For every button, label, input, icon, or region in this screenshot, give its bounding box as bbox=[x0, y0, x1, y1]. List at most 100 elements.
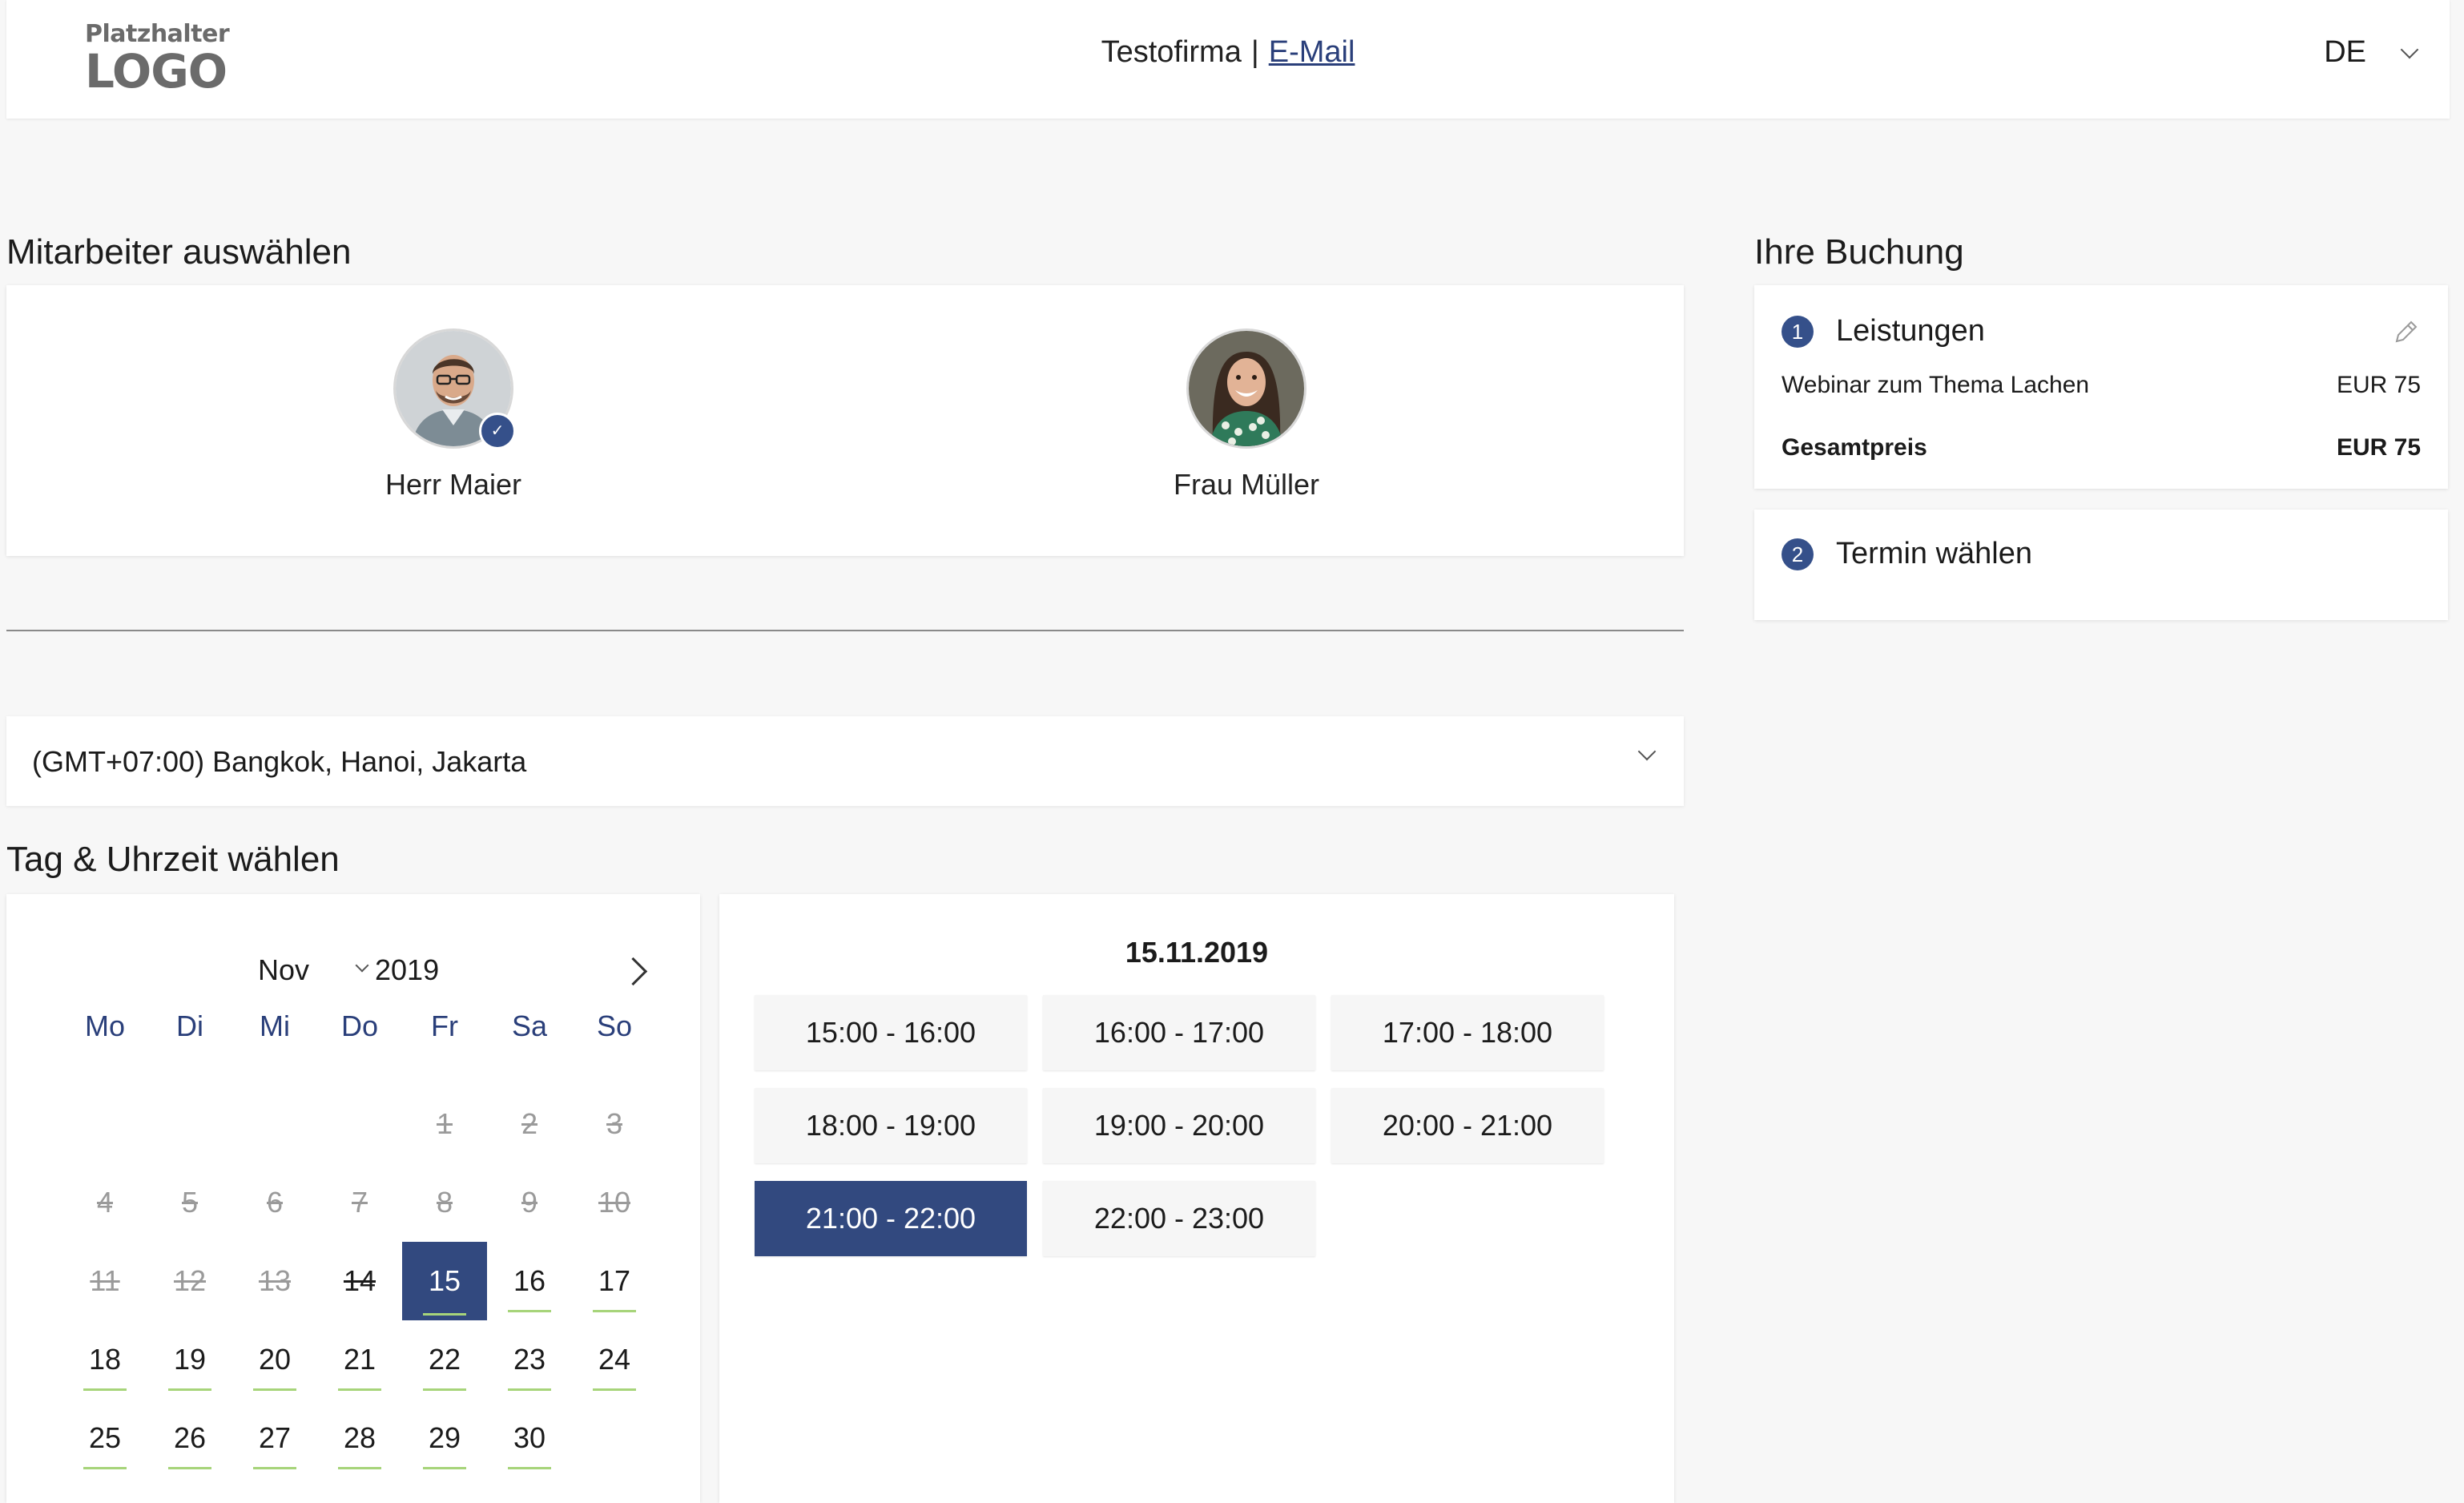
calendar-day-number: 9 bbox=[521, 1186, 538, 1219]
calendar-day-number: 25 bbox=[88, 1421, 122, 1454]
calendar-day[interactable]: 16 bbox=[487, 1242, 572, 1320]
month-label: Nov bbox=[258, 953, 310, 986]
step-appointment-header: 2 Termin wählen bbox=[1782, 537, 2032, 571]
timeslot-button[interactable]: 15:00 - 16:00 bbox=[755, 995, 1027, 1070]
service-name: Webinar zum Thema Lachen bbox=[1782, 372, 2090, 398]
language-value: DE bbox=[2324, 35, 2366, 69]
calendar-day[interactable]: 29 bbox=[402, 1399, 487, 1477]
employee-herr-maier[interactable]: ✓ Herr Maier bbox=[333, 328, 574, 502]
calendar-day-number: 27 bbox=[258, 1421, 292, 1454]
employee-card: ✓ Herr Maier Frau Müller bbox=[6, 285, 1684, 556]
calendar-day[interactable]: 24 bbox=[572, 1320, 657, 1399]
pencil-edit-icon[interactable] bbox=[2392, 317, 2421, 346]
calendar-day[interactable]: 30 bbox=[487, 1399, 572, 1477]
month-dropdown[interactable] bbox=[355, 958, 369, 974]
timeslot-button[interactable]: 20:00 - 21:00 bbox=[1331, 1088, 1604, 1163]
weekday-header: Di bbox=[176, 1009, 203, 1042]
timeslot-button[interactable]: 18:00 - 19:00 bbox=[755, 1088, 1027, 1163]
calendar-day: 1 bbox=[402, 1085, 487, 1163]
calendar-day[interactable]: 21 bbox=[317, 1320, 402, 1399]
chevron-down-icon bbox=[1637, 742, 1657, 761]
calendar-day-number: 6 bbox=[266, 1186, 284, 1219]
calendar-day: 3 bbox=[572, 1085, 657, 1163]
timeslot-grid: 15:00 - 16:00 16:00 - 17:00 17:00 - 18:00 1… bbox=[755, 995, 1604, 1256]
service-line: Webinar zum Thema Lachen EUR 75 bbox=[1782, 372, 2421, 399]
timeslot-button[interactable]: 19:00 - 20:00 bbox=[1043, 1088, 1315, 1163]
weekday-header: Mo bbox=[84, 1009, 125, 1042]
calendar-day-number: 29 bbox=[428, 1421, 461, 1454]
timeslot-button[interactable]: 22:00 - 23:00 bbox=[1043, 1181, 1315, 1256]
calendar-day: 4 bbox=[62, 1163, 147, 1242]
employee-name: Herr Maier bbox=[384, 468, 521, 501]
calendar-day-number: 18 bbox=[88, 1343, 122, 1376]
calendar-header: Nov 2019 bbox=[6, 950, 692, 990]
section-divider bbox=[6, 630, 1684, 631]
calendar-day[interactable]: 27 bbox=[232, 1399, 317, 1477]
employee-frau-mueller[interactable]: Frau Müller bbox=[1126, 328, 1367, 502]
email-link[interactable]: E-Mail bbox=[1269, 35, 1355, 69]
calendar-day-number: 5 bbox=[181, 1186, 199, 1219]
timezone-value: (GMT+07:00) Bangkok, Hanoi, Jakarta bbox=[32, 745, 527, 778]
language-select[interactable]: DE bbox=[2324, 35, 2419, 70]
calendar-day-number: 22 bbox=[428, 1343, 461, 1376]
avatar: ✓ bbox=[393, 328, 516, 449]
calendar-day-number: 1 bbox=[436, 1107, 453, 1140]
calendar-day-number: 4 bbox=[96, 1186, 114, 1219]
calendar-day[interactable]: 19 bbox=[147, 1320, 232, 1399]
calendar-grid: Mo Di Mi Do Fr Sa So 1 2 3 4 5 6 7 8 9 10 11 12 13 14 15 16 17 1… bbox=[62, 1006, 657, 1477]
calendar-day-number: 26 bbox=[173, 1421, 207, 1454]
booking-services-card: 1 Leistungen Webinar zum Thema Lachen EU… bbox=[1754, 285, 2448, 489]
employee-name: Frau Müller bbox=[1173, 468, 1320, 501]
service-price: EUR 75 bbox=[2336, 372, 2421, 398]
calendar-day-number: 21 bbox=[343, 1343, 376, 1376]
calendar-day: 9 bbox=[487, 1163, 572, 1242]
calendar-day-number: 28 bbox=[343, 1421, 376, 1454]
calendar-day[interactable]: 28 bbox=[317, 1399, 402, 1477]
timeslot-button-selected[interactable]: 21:00 - 22:00 bbox=[755, 1181, 1027, 1256]
total-line: Gesamtpreis EUR 75 bbox=[1782, 434, 2421, 461]
year-dropdown[interactable]: 2019 bbox=[375, 953, 439, 987]
calendar-card: Nov 2019 Mo Di Mi Do Fr Sa So 1 2 3 4 5 6 7 8 9 10 11 12 13… bbox=[6, 894, 700, 1503]
calendar-day[interactable]: 20 bbox=[232, 1320, 317, 1399]
calendar-day: 10 bbox=[572, 1163, 657, 1242]
weekday-header: Do bbox=[340, 1009, 379, 1042]
booking-appointment-card: 2 Termin wählen bbox=[1754, 510, 2448, 620]
calendar-day-number: 16 bbox=[513, 1264, 546, 1297]
calendar-day[interactable]: 18 bbox=[62, 1320, 147, 1399]
step-label: Termin wählen bbox=[1836, 537, 2032, 570]
calendar-day[interactable]: 22 bbox=[402, 1320, 487, 1399]
calendar-day: 6 bbox=[232, 1163, 317, 1242]
avatar bbox=[1186, 328, 1306, 449]
weekday-header: So bbox=[596, 1009, 633, 1042]
step-number-badge: 1 bbox=[1782, 315, 1814, 348]
calendar-day-number: 15 bbox=[428, 1264, 461, 1297]
woman-portrait-icon bbox=[1189, 331, 1304, 446]
calendar-day-number: 2 bbox=[521, 1107, 538, 1140]
step-label: Leistungen bbox=[1836, 314, 1985, 348]
calendar-day[interactable]: 25 bbox=[62, 1399, 147, 1477]
timezone-select[interactable]: (GMT+07:00) Bangkok, Hanoi, Jakarta bbox=[6, 716, 1684, 806]
calendar-day[interactable]: 17 bbox=[572, 1242, 657, 1320]
calendar-day-number: 10 bbox=[598, 1186, 631, 1219]
top-header: Platzhalter LOGO Testofirma | E-Mail DE bbox=[6, 0, 2450, 119]
company-separator: | bbox=[1250, 35, 1259, 69]
calendar-day-number: 30 bbox=[513, 1421, 546, 1454]
next-month-arrow-icon[interactable] bbox=[618, 957, 648, 986]
calendar-day-selected[interactable]: 15 bbox=[402, 1242, 487, 1320]
calendar-day-number: 13 bbox=[258, 1264, 292, 1297]
calendar-day: 8 bbox=[402, 1163, 487, 1242]
total-label: Gesamtpreis bbox=[1782, 434, 1927, 461]
calendar-day[interactable]: 23 bbox=[487, 1320, 572, 1399]
calendar-day[interactable]: 26 bbox=[147, 1399, 232, 1477]
timeslot-button[interactable]: 16:00 - 17:00 bbox=[1043, 995, 1315, 1070]
calendar-day: 12 bbox=[147, 1242, 232, 1320]
employees-title: Mitarbeiter auswählen bbox=[6, 232, 352, 272]
company-info: Testofirma | E-Mail bbox=[6, 35, 2450, 70]
timeslot-card: 15.11.2019 15:00 - 16:00 16:00 - 17:00 17:… bbox=[719, 894, 1674, 1503]
calendar-day: 11 bbox=[62, 1242, 147, 1320]
calendar-day: 13 bbox=[232, 1242, 317, 1320]
calendar-day-number: 19 bbox=[173, 1343, 207, 1376]
timeslot-button[interactable]: 17:00 - 18:00 bbox=[1331, 995, 1604, 1070]
calendar-day-number: 8 bbox=[436, 1186, 453, 1219]
weekday-header: Fr bbox=[431, 1009, 458, 1042]
